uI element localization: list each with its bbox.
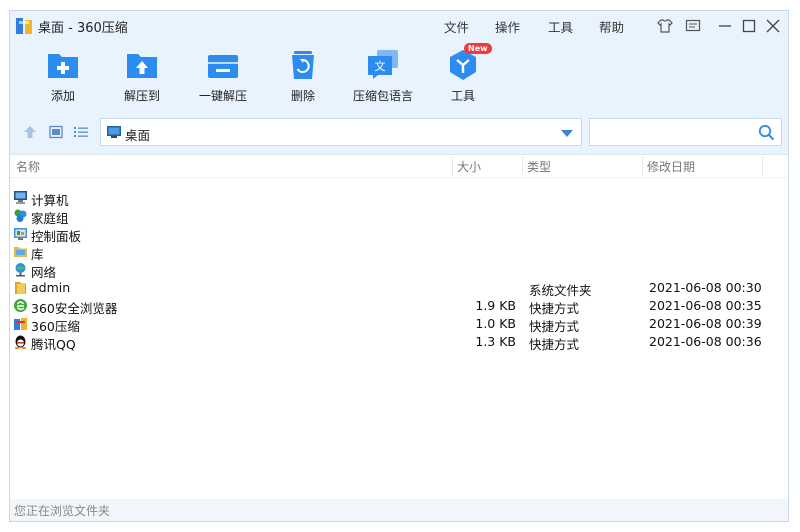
menu-tools[interactable]: 工具	[548, 17, 573, 36]
network-icon	[15, 263, 26, 277]
qq-icon	[14, 335, 27, 349]
tools-button[interactable]: New 工具	[432, 43, 492, 109]
list-item[interactable]: 360压缩 1.0 KB 快捷方式 2021-06-08 00:39	[10, 315, 788, 334]
archive-language-button[interactable]: 文 压缩包语言	[352, 49, 413, 109]
list-item[interactable]: 计算机	[10, 189, 788, 208]
one-click-extract-icon	[208, 55, 238, 78]
archive-app-icon	[14, 318, 27, 330]
list-item[interactable]: 库	[10, 243, 788, 262]
address-dropdown-icon[interactable]	[561, 130, 573, 137]
column-separator[interactable]	[452, 157, 453, 175]
list-item[interactable]: 360安全浏览器 1.9 KB 快捷方式 2021-06-08 00:35	[10, 297, 788, 316]
file-list: 名称 大小 类型 修改日期 计算机 家庭组 控制面板 库 网络 admin 系统…	[10, 154, 788, 500]
folder-icon	[15, 282, 26, 294]
archive-language-label: 压缩包语言	[352, 89, 413, 103]
list-item[interactable]: 控制面板	[10, 225, 788, 244]
menu-help[interactable]: 帮助	[599, 17, 624, 36]
browser-icon	[14, 299, 27, 312]
recycle-bin-icon	[292, 51, 314, 79]
feedback-icon[interactable]	[684, 17, 702, 35]
maximize-icon[interactable]	[740, 17, 758, 35]
status-bar: 您正在浏览文件夹	[10, 499, 788, 521]
add-folder-icon	[48, 54, 78, 78]
search-icon[interactable]	[758, 124, 775, 141]
column-separator[interactable]	[642, 157, 643, 175]
column-modified[interactable]: 修改日期	[647, 158, 695, 175]
column-separator[interactable]	[762, 157, 763, 175]
tools-label: 工具	[450, 89, 475, 103]
column-type[interactable]: 类型	[527, 158, 551, 175]
title-bar: 桌面 - 360压缩 文件 操作 工具 帮助	[10, 11, 788, 41]
add-label: 添加	[50, 89, 75, 103]
computer-icon	[14, 191, 27, 204]
list-item[interactable]: 腾讯QQ 1.3 KB 快捷方式 2021-06-08 00:36	[10, 333, 788, 352]
app-window: 桌面 - 360压缩 文件 操作 工具 帮助 添加 解压到 一键解压 删除 文 …	[9, 10, 789, 522]
search-box[interactable]	[589, 118, 782, 146]
extract-folder-icon	[127, 54, 157, 78]
menu-file[interactable]: 文件	[444, 17, 469, 36]
column-separator[interactable]	[522, 157, 523, 175]
address-path: 桌面	[125, 128, 151, 143]
minimize-icon[interactable]	[716, 17, 734, 35]
column-header: 名称 大小 类型 修改日期	[10, 155, 788, 178]
list-item[interactable]: 网络	[10, 261, 788, 280]
list-item[interactable]: admin 系统文件夹 2021-06-08 00:30	[10, 279, 788, 298]
search-input[interactable]	[594, 123, 753, 143]
add-button[interactable]: 添加	[32, 49, 92, 109]
one-click-extract-label: 一键解压	[198, 89, 247, 103]
language-icon: 文	[368, 50, 398, 79]
list-item[interactable]: 家庭组	[10, 207, 788, 226]
skin-shirt-icon[interactable]	[656, 17, 674, 35]
control-panel-icon	[14, 228, 27, 240]
library-icon	[14, 247, 27, 257]
column-size[interactable]: 大小	[457, 158, 481, 175]
desktop-icon	[107, 126, 121, 138]
delete-button[interactable]: 删除	[272, 49, 332, 109]
window-title: 桌面 - 360压缩	[38, 21, 128, 36]
svg-text:文: 文	[375, 59, 386, 73]
menu-operate[interactable]: 操作	[495, 17, 520, 36]
one-click-extract-button[interactable]: 一键解压	[192, 49, 252, 109]
delete-label: 删除	[290, 89, 315, 103]
status-text: 您正在浏览文件夹	[14, 504, 111, 518]
extract-to-button[interactable]: 解压到	[111, 49, 171, 109]
thumbnail-view-icon[interactable]	[48, 124, 64, 140]
new-badge: New	[464, 43, 492, 54]
column-name[interactable]: 名称	[16, 158, 40, 175]
list-view-icon[interactable]	[73, 124, 89, 140]
up-arrow-icon[interactable]	[22, 124, 38, 140]
close-icon[interactable]	[764, 17, 782, 35]
homegroup-icon	[14, 209, 27, 222]
extract-to-label: 解压到	[123, 89, 160, 103]
app-logo-icon	[16, 18, 32, 34]
address-bar[interactable]: 桌面	[100, 118, 582, 146]
